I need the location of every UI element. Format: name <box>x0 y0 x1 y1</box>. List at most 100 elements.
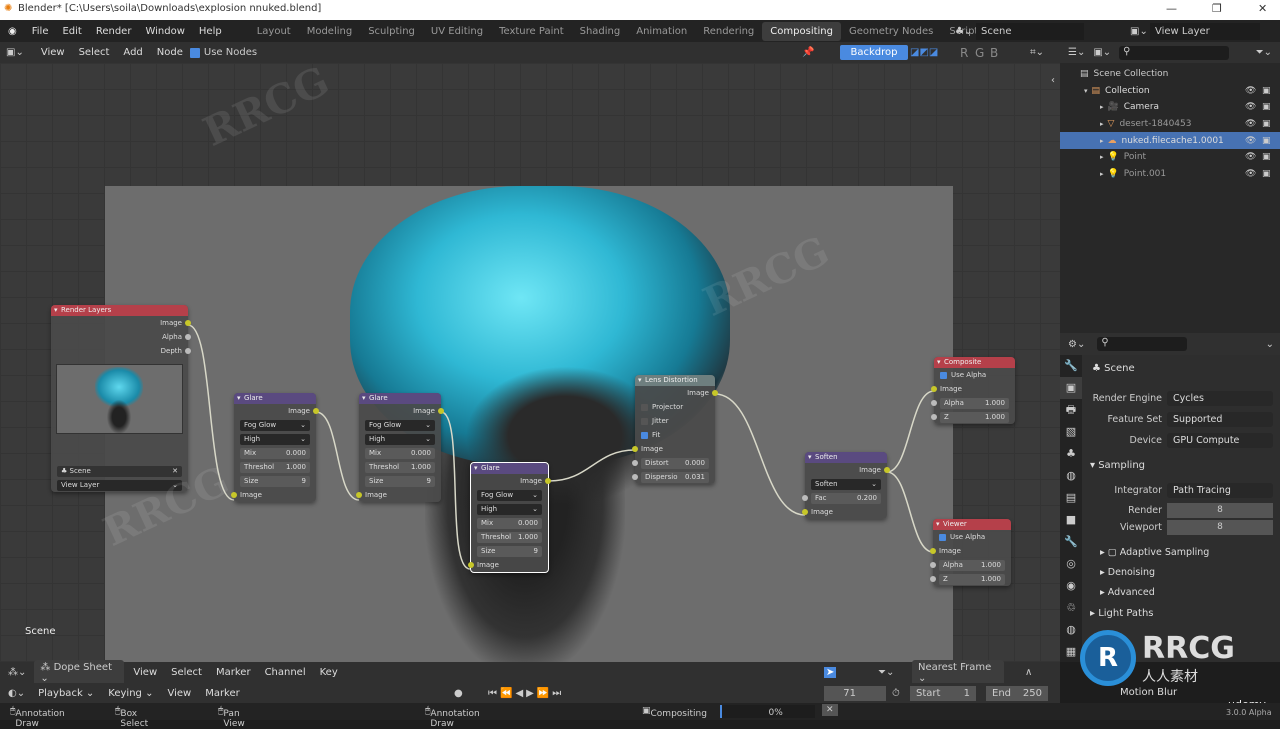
menu-help[interactable]: Help <box>192 26 229 37</box>
checkbox-icon[interactable] <box>940 371 947 379</box>
filter-icon[interactable]: ⏷⌄ <box>1256 47 1272 58</box>
editor-type-icon[interactable]: ▣⌄ <box>6 47 24 58</box>
node-number-field[interactable]: Z 1.000 <box>939 573 1005 585</box>
socket[interactable] <box>438 408 444 414</box>
workspace-tab-rendering[interactable]: Rendering <box>695 22 762 41</box>
node-header[interactable]: Glare <box>471 463 548 474</box>
node-soften[interactable]: Soften Image Soften⌄ Fac0.200 Image <box>802 452 890 519</box>
snap-mode-dropdown[interactable]: Nearest Frame ⌄ <box>912 659 1004 686</box>
node-checkbox[interactable]: Fit <box>635 428 715 442</box>
workspace-tab-compositing[interactable]: Compositing <box>762 21 841 41</box>
render-layers-scene[interactable]: ♣ Scene ✕ <box>57 465 182 477</box>
node-header[interactable]: Render Layers <box>51 305 188 316</box>
socket[interactable] <box>545 478 551 484</box>
socket[interactable] <box>931 414 937 420</box>
node-editor-canvas[interactable]: Render Layers Image Alpha Depth ♣ Scene✕ View… <box>0 57 1060 662</box>
keying-menu[interactable]: Keying ⌄ <box>101 688 160 699</box>
node-number-field[interactable]: Mix 0.000 <box>365 447 435 459</box>
record-button[interactable]: ● <box>454 688 463 699</box>
blender-menu-icon[interactable]: ◉ <box>0 26 25 37</box>
properties-tab-texture-icon[interactable]: ▦ <box>1060 641 1082 663</box>
use-nodes-checkbox[interactable]: Use Nodes <box>189 47 257 58</box>
view-filter-icon[interactable]: ▣⌄ <box>1093 47 1111 58</box>
properties-tab-view-layer-icon[interactable]: ▧ <box>1060 421 1082 443</box>
render-toggle-icon[interactable]: ▣ <box>1262 86 1271 96</box>
adaptive-sampling-panel[interactable]: ▸ ▢ Adaptive Sampling <box>1100 547 1209 558</box>
node-number-field[interactable]: Threshol 1.000 <box>477 531 542 543</box>
menu-view[interactable]: View <box>34 47 72 58</box>
menu-node[interactable]: Node <box>150 47 190 58</box>
denoising-panel[interactable]: ▸ Denoising <box>1100 567 1155 578</box>
channel-r-button[interactable]: R <box>960 46 968 60</box>
menu-add[interactable]: Add <box>116 47 149 58</box>
properties-tab-tool-icon[interactable]: 🔧 <box>1060 355 1082 377</box>
node-header[interactable]: Soften <box>805 452 887 463</box>
properties-tab-world-icon[interactable]: ◍ <box>1060 465 1082 487</box>
outliner-item[interactable]: ▸ 💡 Point 👁 ▣ <box>1060 149 1280 166</box>
node-header[interactable]: Composite <box>934 357 1015 368</box>
socket[interactable] <box>185 320 191 326</box>
channel-rgba-icon[interactable]: ◪◩◪ <box>910 47 938 58</box>
render-samples-field[interactable]: 8 <box>1167 503 1273 518</box>
properties-tab-constraints-icon[interactable]: ♲ <box>1060 597 1082 619</box>
node-checkbox[interactable]: Jitter <box>635 414 715 428</box>
viewport-samples-field[interactable]: 8 <box>1167 520 1273 535</box>
menu-window[interactable]: Window <box>138 26 191 37</box>
node-number-field[interactable]: Threshol 1.000 <box>240 461 310 473</box>
properties-tab-data-icon[interactable]: ◍ <box>1060 619 1082 641</box>
maximize-button[interactable]: ❐ <box>1212 2 1222 15</box>
feature-set-dropdown[interactable]: Supported <box>1167 412 1273 427</box>
properties-tab-output-icon[interactable]: 🖶 <box>1060 399 1082 421</box>
node-number-field[interactable]: Alpha 1.000 <box>939 559 1005 571</box>
node-viewer[interactable]: ViewerUse Alpha Image Alpha1.000 Z1.000 <box>930 519 1011 586</box>
node-header[interactable]: Lens Distortion <box>635 375 715 386</box>
expand-arrow-icon[interactable]: ▸ <box>1100 103 1104 111</box>
end-frame-field[interactable]: End 250 <box>986 685 1048 701</box>
outliner-item[interactable]: ▾ ▤ Collection 👁 ▣ <box>1060 82 1280 99</box>
checkbox-icon[interactable] <box>641 417 648 425</box>
visibility-eye-icon[interactable]: 👁 <box>1245 102 1256 112</box>
render-toggle-icon[interactable]: ▣ <box>1262 152 1271 162</box>
checkbox-icon[interactable] <box>641 431 648 439</box>
checkbox-icon[interactable] <box>641 403 648 411</box>
sampling-panel-header[interactable]: ▾ Sampling <box>1090 460 1145 471</box>
workspace-tab-shading[interactable]: Shading <box>572 22 629 41</box>
node-number-field[interactable]: Size 9 <box>477 545 542 557</box>
workspace-tab-animation[interactable]: Animation <box>628 22 695 41</box>
workspace-tab-sculpting[interactable]: Sculpting <box>360 22 423 41</box>
workspace-tab-modeling[interactable]: Modeling <box>299 22 361 41</box>
properties-editor-type-icon[interactable]: ⚙⌄ <box>1068 339 1085 350</box>
socket[interactable] <box>884 467 890 473</box>
node-number-field[interactable]: Mix 0.000 <box>240 447 310 459</box>
dope-menu-key[interactable]: Key <box>313 667 345 678</box>
light-paths-panel[interactable]: ▸ Light Paths <box>1090 608 1154 619</box>
node-dropdown[interactable]: Fog Glow ⌄ <box>240 419 310 431</box>
socket[interactable] <box>185 334 191 340</box>
properties-search[interactable]: ⚲ <box>1097 337 1188 351</box>
close-button[interactable]: ✕ <box>1258 2 1267 15</box>
render-toggle-icon[interactable]: ▣ <box>1262 102 1271 112</box>
node-checkbox[interactable]: Use Alpha <box>934 368 1015 382</box>
node-header[interactable]: Glare <box>359 393 441 404</box>
render-toggle-icon[interactable]: ▣ <box>1262 136 1271 146</box>
channel-b-button[interactable]: B <box>990 46 998 60</box>
properties-tab-scene-icon[interactable]: ♣ <box>1060 443 1082 465</box>
outliner-item[interactable]: ▸ 💡 Point.001 👁 ▣ <box>1060 166 1280 183</box>
socket[interactable] <box>802 509 808 515</box>
minimize-button[interactable]: — <box>1166 2 1177 15</box>
menu-select[interactable]: Select <box>72 47 117 58</box>
node-glare-2[interactable]: Glare Image Fog Glow⌄ High⌄ Mix0.000 Threshol… <box>356 393 444 502</box>
socket[interactable] <box>632 446 638 452</box>
proportional-icon[interactable]: ∧ <box>1025 667 1032 678</box>
expand-arrow-icon[interactable]: ▾ <box>1084 87 1088 95</box>
scene-icon[interactable]: ♣⌄ <box>955 26 972 37</box>
properties-tab-object-icon[interactable]: ■ <box>1060 509 1082 531</box>
node-dropdown[interactable]: High ⌄ <box>240 433 310 445</box>
socket[interactable] <box>185 348 191 354</box>
start-frame-field[interactable]: Start 1 <box>910 685 976 701</box>
dope-mode-dropdown[interactable]: ⁂ Dope Sheet ⌄ <box>34 659 125 686</box>
render-toggle-icon[interactable]: ▣ <box>1262 169 1271 179</box>
backdrop-button[interactable]: Backdrop <box>840 45 908 60</box>
timeline-editor-icon[interactable]: ◐⌄ <box>8 688 25 699</box>
socket[interactable] <box>931 386 937 392</box>
